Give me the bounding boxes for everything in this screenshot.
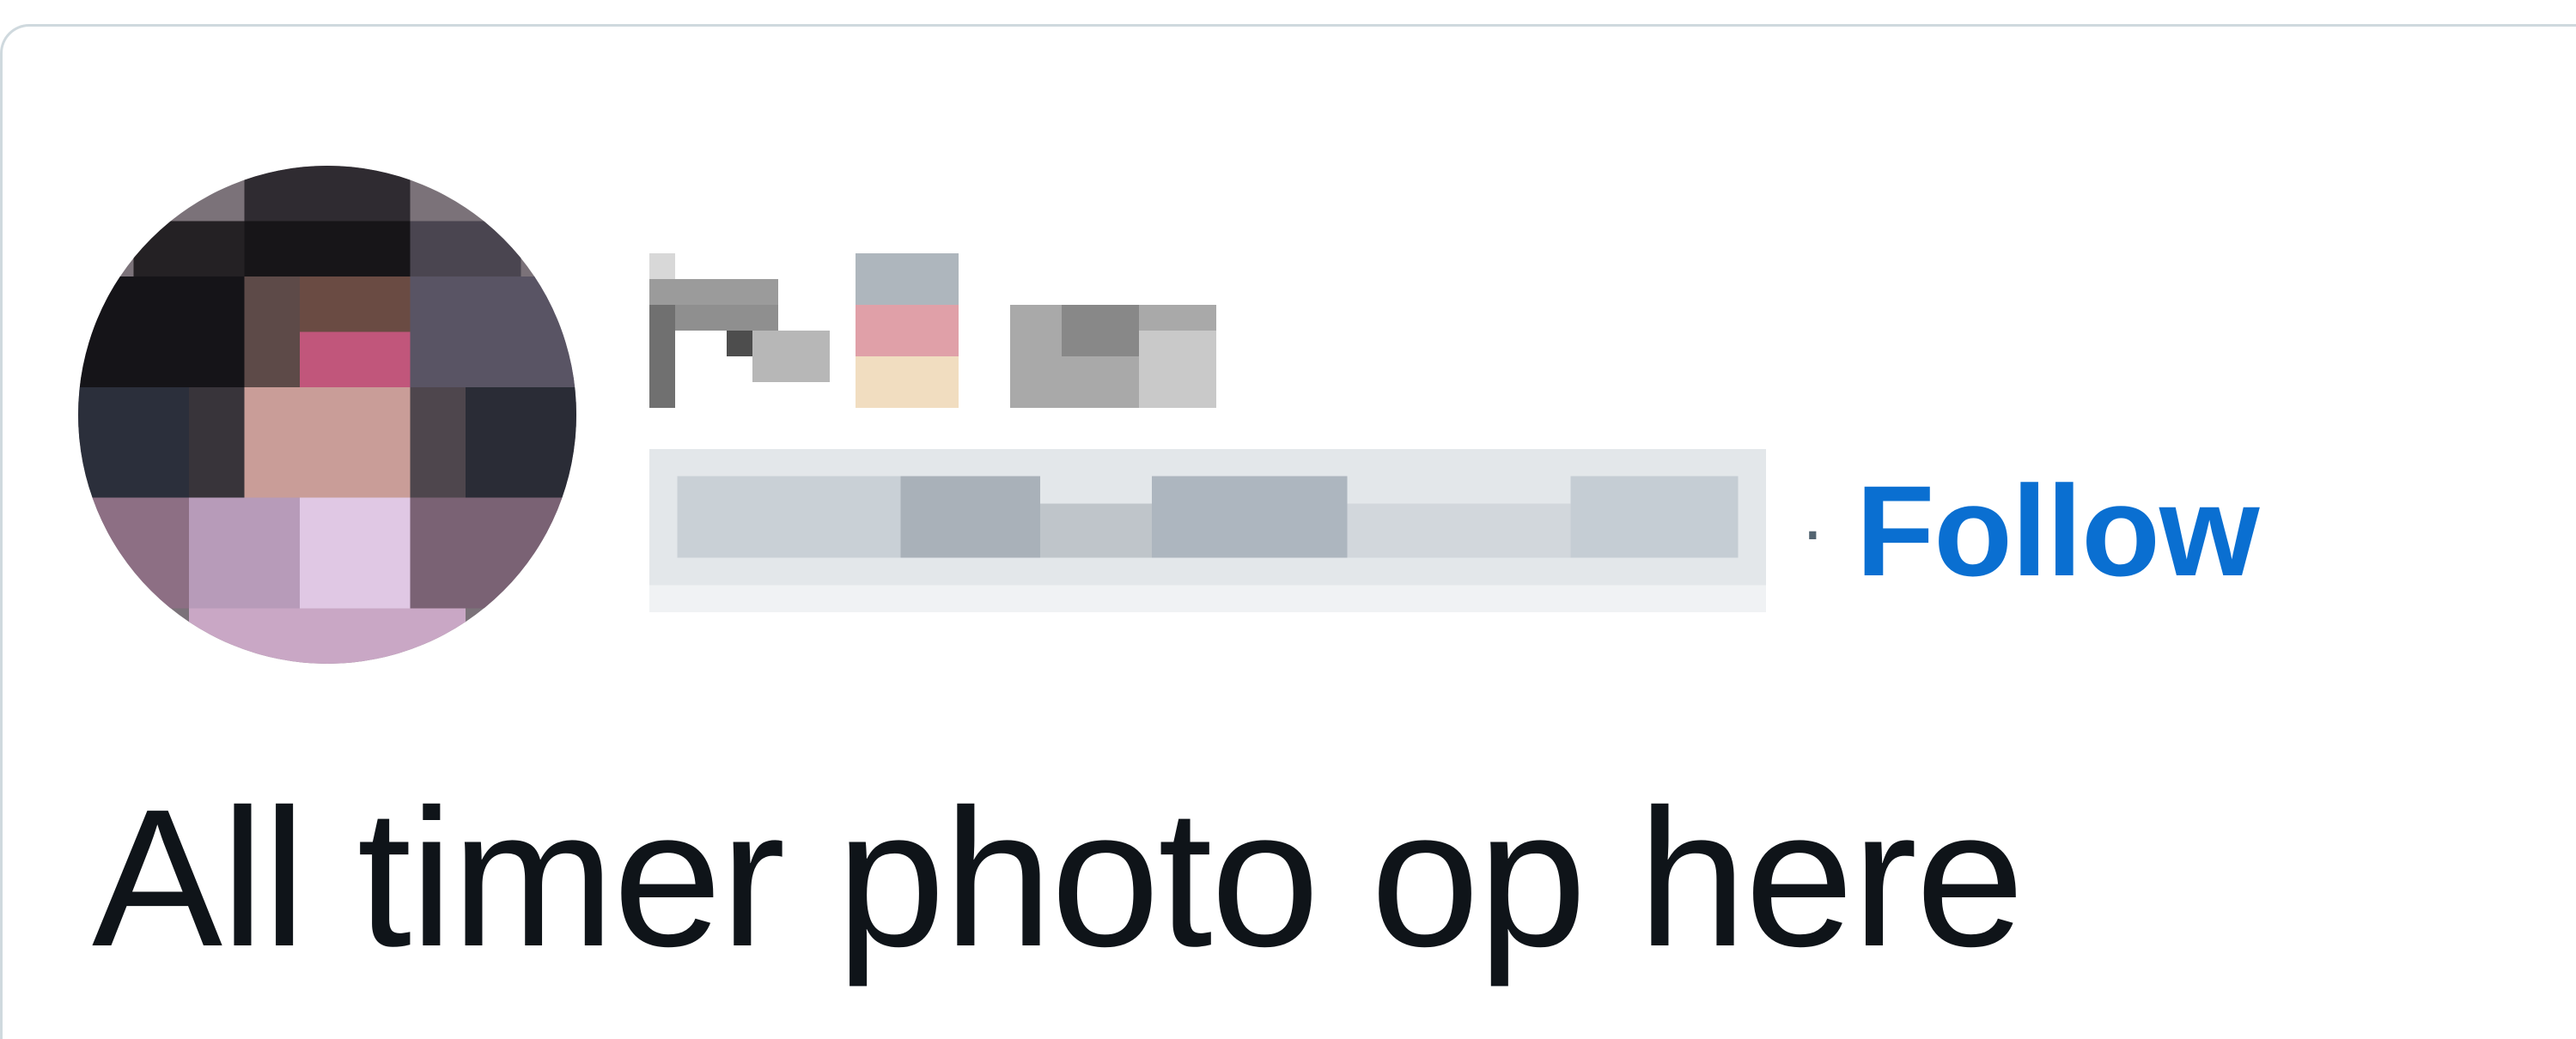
display-name[interactable]	[649, 253, 1603, 459]
separator: ·	[1800, 489, 1825, 572]
tweet-card: · Follow All timer photo op here	[0, 24, 2576, 1039]
author-info: · Follow	[606, 191, 2410, 612]
handle-row: · Follow	[649, 449, 2260, 612]
tweet-text: All timer photo op here	[92, 769, 2025, 987]
avatar[interactable]	[78, 166, 576, 664]
tweet-header: · Follow	[78, 140, 2397, 664]
handle-redaction	[649, 449, 1766, 612]
follow-button[interactable]: Follow	[1856, 466, 2260, 595]
avatar-icon	[78, 166, 576, 664]
